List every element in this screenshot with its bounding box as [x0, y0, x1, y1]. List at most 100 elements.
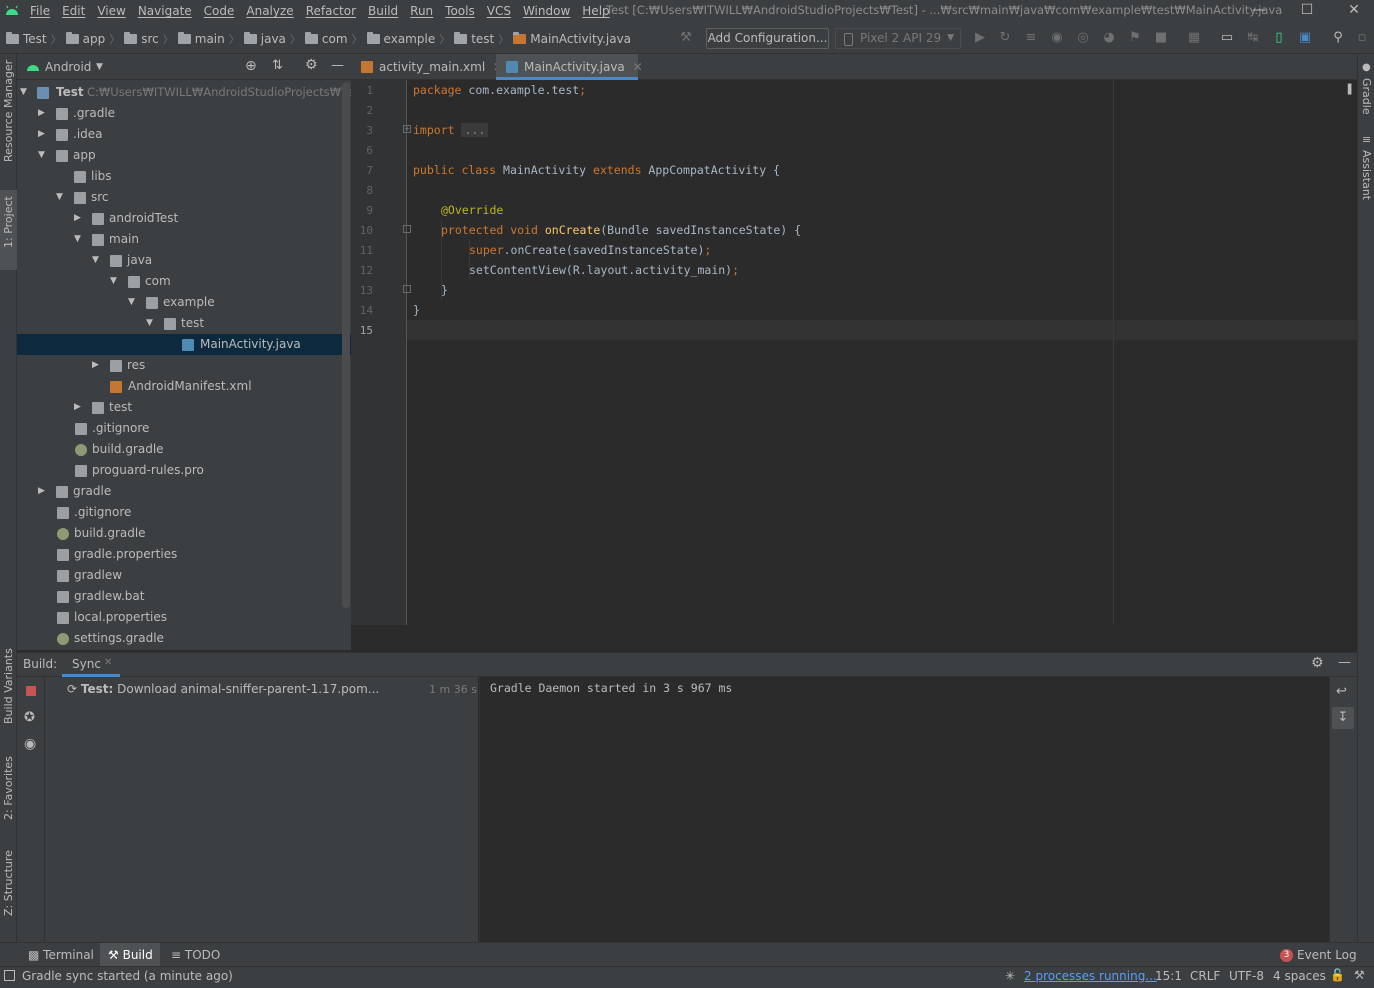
file-encoding[interactable]: UTF-8	[1229, 969, 1264, 983]
tree-item[interactable]: ▼ java	[17, 250, 351, 271]
add-configuration-button[interactable]: Add Configuration...	[706, 28, 829, 49]
tree-item[interactable]: AndroidManifest.xml	[17, 376, 351, 397]
hide-icon[interactable]: —	[1338, 655, 1351, 670]
breadcrumb-item[interactable]: MainActivity.java	[530, 32, 631, 46]
tree-item[interactable]: ▼ com	[17, 271, 351, 292]
tab-main-activity-java[interactable]: MainActivity.java ✕	[496, 54, 643, 80]
tab-activity-main-xml[interactable]: activity_main.xml ✕	[351, 54, 503, 80]
tree-item[interactable]: ▶ androidTest	[17, 208, 351, 229]
build-task-row[interactable]: ⟳ Test: Download animal-sniffer-parent-1…	[67, 682, 379, 696]
tree-item[interactable]: ▶ .gradle	[17, 103, 351, 124]
hammer-icon[interactable]: ⚒	[678, 30, 694, 46]
tree-item[interactable]: .gitignore	[17, 502, 351, 523]
assistant-tab[interactable]: Assistant	[1360, 150, 1373, 200]
tree-item[interactable]: settings.gradle	[17, 628, 351, 649]
gradle-tab[interactable]: Gradle	[1360, 78, 1373, 115]
tree-item[interactable]: build.gradle	[17, 439, 351, 460]
project-structure-icon[interactable]: ▦	[1186, 30, 1202, 46]
tree-root[interactable]: ▼ Test C:₩Users₩ITWILL₩AndroidStudioProj…	[17, 82, 364, 103]
breadcrumb-item[interactable]: main	[195, 32, 225, 46]
coverage-icon[interactable]: ⚑	[1127, 30, 1143, 46]
project-view-selector[interactable]: Android	[45, 60, 91, 74]
tree-item[interactable]: ▼ main	[17, 229, 351, 250]
sync-gradle-icon[interactable]: ↹	[1245, 30, 1261, 46]
tree-item[interactable]: ▶ gradle	[17, 481, 351, 502]
code-editor[interactable]	[407, 80, 1357, 625]
chevron-down-icon[interactable]: ▼	[96, 62, 103, 72]
breadcrumb-item[interactable]: example	[384, 32, 436, 46]
breadcrumb-item[interactable]: com	[322, 32, 348, 46]
terminal-tab[interactable]: ▩ Terminal	[28, 948, 94, 962]
close-tab-icon[interactable]: ✕	[104, 657, 112, 668]
fold-icon[interactable]	[403, 285, 411, 293]
menu-view[interactable]: View	[91, 4, 131, 18]
project-tab[interactable]: 1: Project	[2, 196, 15, 248]
breadcrumb-item[interactable]: src	[141, 32, 159, 46]
lock-icon[interactable]: 🔓	[1330, 968, 1345, 982]
tab-sync[interactable]: Sync ✕	[62, 653, 120, 677]
event-log-tab[interactable]: Event Log	[1297, 948, 1357, 962]
processes-link[interactable]: 2 processes running...	[1024, 969, 1157, 983]
fold-icon[interactable]	[403, 225, 411, 233]
menu-navigate[interactable]: Navigate	[132, 4, 198, 18]
gear-icon[interactable]: ⚙	[1311, 655, 1324, 671]
tree-item[interactable]: build.gradle	[17, 523, 351, 544]
eye-icon[interactable]: ◉	[24, 736, 36, 752]
menu-edit[interactable]: Edit	[56, 4, 91, 18]
maximize-icon[interactable]: ☐	[1284, 0, 1330, 22]
tree-item[interactable]: ▼ example	[17, 292, 351, 313]
attach-debugger-icon[interactable]: ◎	[1075, 30, 1091, 46]
tree-item[interactable]: ▼ test	[17, 313, 351, 334]
breadcrumb-item[interactable]: test	[471, 32, 494, 46]
project-scrollbar[interactable]	[342, 82, 350, 608]
tool-windows-icon[interactable]	[4, 970, 15, 981]
menu-file[interactable]: File	[24, 4, 56, 18]
folded-imports[interactable]: ...	[461, 123, 489, 137]
tree-item[interactable]: gradlew	[17, 565, 351, 586]
tree-item[interactable]: proguard-rules.pro	[17, 460, 351, 481]
menu-vcs[interactable]: VCS	[481, 4, 517, 18]
tree-item[interactable]: gradlew.bat	[17, 586, 351, 607]
menu-window[interactable]: Window	[517, 4, 576, 18]
stop-icon[interactable]	[26, 686, 36, 696]
debug-icon[interactable]: ◉	[1049, 30, 1065, 46]
breadcrumb-item[interactable]: java	[261, 32, 286, 46]
menu-analyze[interactable]: Analyze	[240, 4, 299, 18]
close-tab-icon[interactable]: ✕	[633, 60, 643, 74]
tree-item[interactable]: libs	[17, 166, 351, 187]
indent-setting[interactable]: 4 spaces	[1273, 969, 1326, 983]
menu-tools[interactable]: Tools	[439, 4, 481, 18]
tree-item[interactable]: ▼ app	[17, 145, 351, 166]
build-variants-tab[interactable]: Build Variants	[2, 648, 15, 724]
cursor-position[interactable]: 15:1	[1155, 969, 1182, 983]
favorites-tab[interactable]: 2: Favorites	[2, 756, 15, 820]
tree-item[interactable]: gradle.properties	[17, 544, 351, 565]
tree-item[interactable]: ▶ res	[17, 355, 351, 376]
tree-item-selected[interactable]: MainActivity.java	[17, 334, 351, 355]
line-separator[interactable]: CRLF	[1190, 969, 1220, 983]
tree-item[interactable]: ▶ test	[17, 397, 351, 418]
avd-manager-icon[interactable]: ▭	[1219, 30, 1235, 46]
tree-item[interactable]: ▼ src	[17, 187, 351, 208]
menu-refactor[interactable]: Refactor	[300, 4, 362, 18]
todo-tab[interactable]: ≡ TODO	[171, 948, 220, 962]
soft-wrap-icon[interactable]: ↩	[1336, 684, 1347, 699]
gear-icon[interactable]: ⚙	[305, 57, 318, 73]
build-output[interactable]	[479, 677, 1329, 942]
more-icon[interactable]: ▫	[1354, 30, 1370, 46]
profile-icon[interactable]: ◕	[1101, 30, 1117, 46]
tree-item[interactable]: .gitignore	[17, 418, 351, 439]
sdk-manager-icon[interactable]: ▣	[1297, 30, 1313, 46]
device-manager-icon[interactable]: ▯	[1271, 30, 1287, 46]
collapse-all-icon[interactable]: ⇅	[272, 58, 283, 73]
menu-run[interactable]: Run	[404, 4, 439, 18]
close-icon[interactable]: ✕	[1331, 0, 1374, 22]
structure-tab[interactable]: Z: Structure	[2, 850, 15, 916]
build-tab[interactable]: ⚒ Build	[108, 948, 153, 962]
menu-code[interactable]: Code	[198, 4, 241, 18]
menu-build[interactable]: Build	[362, 4, 404, 18]
apply-code-changes-icon[interactable]: ≡	[1023, 30, 1039, 46]
locate-icon[interactable]: ⊕	[245, 58, 257, 74]
search-icon[interactable]: ⚲	[1330, 30, 1346, 46]
run-icon[interactable]: ▶	[972, 30, 988, 46]
